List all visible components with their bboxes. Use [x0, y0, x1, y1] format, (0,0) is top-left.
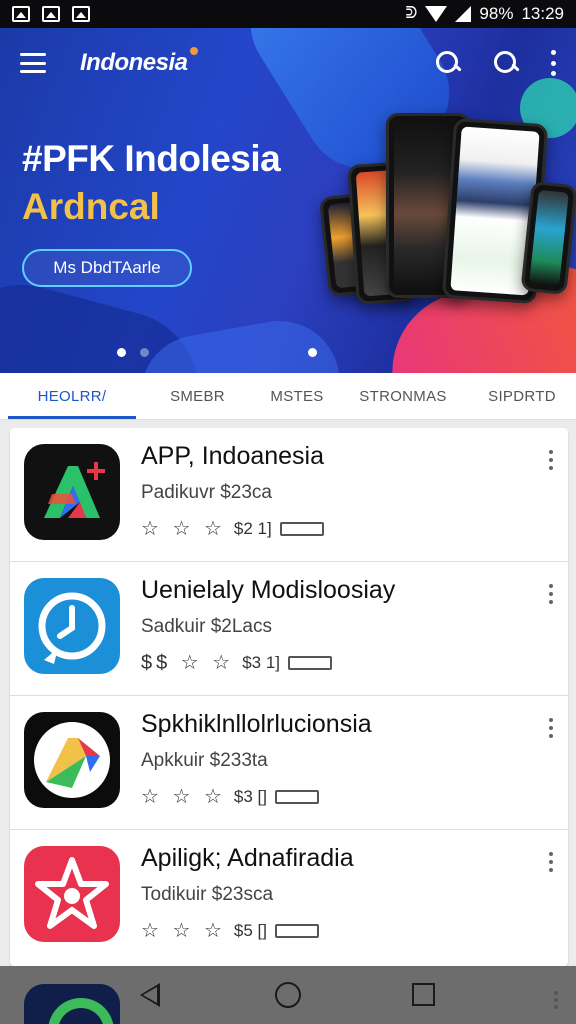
app-name: Uenielaly Modisloosiay [141, 576, 396, 604]
more-vert-icon[interactable] [550, 50, 556, 76]
app-list-item[interactable]: Uenielaly Modisloosiay Sadkuir $2Lacs $$… [10, 562, 568, 696]
app-developer: Padikuvr $23ca [141, 482, 272, 503]
price-tag-icon [288, 655, 333, 670]
more-vert-icon[interactable] [549, 584, 554, 604]
app-meta: $$ ☆ ☆ $3 1] [141, 650, 333, 675]
price-tag-icon [275, 923, 319, 938]
image-notification-icon [42, 6, 60, 22]
app-icon[interactable] [24, 444, 120, 540]
app-meta: ☆ ☆ ☆ $2 1] [141, 516, 324, 541]
brand-name: Indonesia [80, 49, 188, 76]
app-list: APP, Indoanesia Padikuvr $23ca ☆ ☆ ☆ $2 … [10, 428, 568, 966]
app-developer: Todikuir $23sca [141, 884, 274, 905]
more-vert-icon[interactable] [549, 852, 554, 872]
status-bar: ᕲ 98% 13:29 [0, 0, 576, 28]
carousel-dot[interactable] [140, 348, 149, 357]
category-tabs: HEOLRR/ SMEBR MSTES STRONMAS SIPDRTD [0, 373, 576, 420]
rating-stars: ☆ ☆ ☆ [141, 920, 226, 942]
carousel-dot[interactable] [308, 348, 317, 357]
search-icon[interactable] [492, 49, 520, 77]
hero-banner[interactable]: Indonesia #PFK Indolesia Ardncal Ms DbdT… [0, 28, 576, 373]
app-bar-actions [434, 49, 556, 77]
app-size: $3 [] [233, 786, 267, 806]
app-list-item[interactable]: Spkhiklnllolrlucionsia Apkkuir $233ta ☆ … [10, 696, 568, 830]
app-name: APP, Indoanesia [141, 442, 325, 470]
more-vert-icon[interactable] [549, 450, 554, 470]
app-size: $2 1] [233, 518, 272, 538]
app-list-item[interactable]: APP, Indoanesia Padikuvr $23ca ☆ ☆ ☆ $2 … [10, 428, 568, 562]
search-icon[interactable] [434, 49, 462, 77]
app-list-item[interactable]: Apiligk; Adnafiradia Todikuir $23sca ☆ ☆… [10, 830, 568, 964]
app-icon[interactable] [24, 712, 120, 808]
home-icon[interactable] [275, 982, 301, 1008]
hero-title: #PFK Indolesia [22, 138, 281, 179]
back-icon[interactable] [140, 983, 160, 1007]
tab-1[interactable]: HEOLRR/ [8, 373, 136, 420]
app-developer: Sadkuir $2Lacs [141, 616, 272, 637]
hero-cta-button[interactable]: Ms DbdTAarle [22, 249, 192, 287]
price-tag-icon [279, 521, 324, 536]
tab-3[interactable]: MSTES [253, 373, 341, 420]
gallery-notification-icon [12, 6, 30, 22]
app-name: Spkhiklnllolrlucionsia [141, 710, 372, 738]
notification-icons [12, 6, 90, 22]
app-meta: ☆ ☆ ☆ $5 [] [141, 918, 319, 943]
battery-level: 98% [479, 4, 514, 23]
app-name: Apiligk; Adnafiradia [141, 844, 354, 872]
tab-2[interactable]: SMEBR [150, 373, 245, 420]
photo-notification-icon [72, 6, 90, 22]
hero-subtitle: Ardncal [22, 186, 160, 227]
rating-stars: ☆ ☆ ☆ [141, 786, 226, 808]
price-tag-icon [275, 789, 319, 804]
tab-4[interactable]: STRONMAS [352, 373, 454, 420]
more-vert-icon[interactable] [554, 991, 558, 1009]
app-icon[interactable] [24, 846, 120, 942]
vibrate-icon: ᕲ [405, 5, 418, 22]
menu-icon[interactable] [20, 53, 46, 73]
carousel-dot[interactable] [117, 348, 126, 357]
app-bar: Indonesia [0, 28, 576, 98]
rating-stars: $$ ☆ ☆ [141, 652, 235, 674]
app-size: $3 1] [242, 652, 281, 672]
app-icon[interactable] [24, 984, 120, 1024]
wifi-icon [425, 6, 448, 22]
active-tab-indicator [8, 416, 136, 419]
brand-dot [189, 47, 198, 55]
rating-stars: ☆ ☆ ☆ [141, 518, 226, 540]
phones-illustration [318, 113, 576, 313]
clock: 13:29 [521, 4, 564, 23]
more-vert-icon[interactable] [549, 718, 554, 738]
brand-logo: Indonesia [80, 47, 198, 77]
app-meta: ☆ ☆ ☆ $3 [] [141, 784, 319, 809]
tab-5[interactable]: SIPDRTD [472, 373, 572, 420]
system-indicators: ᕲ 98% 13:29 [406, 4, 564, 24]
carousel-indicator [117, 348, 149, 357]
app-icon[interactable] [24, 578, 120, 674]
signal-icon [455, 6, 472, 22]
app-size: $5 [] [233, 920, 267, 940]
recents-icon[interactable] [412, 983, 435, 1006]
app-developer: Apkkuir $233ta [141, 750, 268, 771]
